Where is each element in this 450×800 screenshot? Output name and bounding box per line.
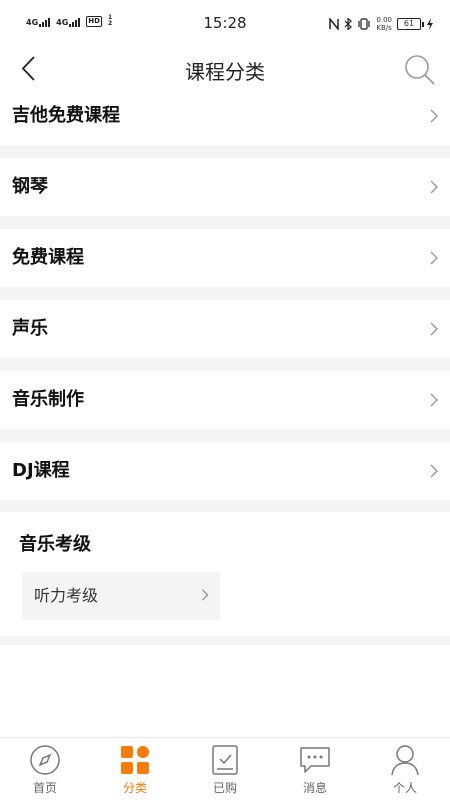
chevron-right-icon — [430, 393, 438, 407]
chevron-right-icon — [201, 589, 209, 601]
status-bar: 4G 4G HD 1 2 15:28 0.00 KB/s 61 — [0, 0, 450, 50]
compass-icon — [30, 745, 60, 775]
category-label: 声乐 — [12, 318, 48, 339]
divider — [0, 500, 450, 512]
tab-label: 首页 — [32, 781, 57, 795]
tab-category[interactable]: 分类 — [90, 738, 180, 800]
divider — [0, 287, 450, 300]
tab-label: 个人 — [392, 781, 417, 795]
divider — [0, 358, 450, 371]
nfc-icon — [329, 18, 340, 30]
speed-unit: KB/s — [376, 24, 392, 32]
divider — [0, 216, 450, 229]
bottom-tab-bar: 首页 分类 已购 消息 个人 — [0, 737, 450, 800]
category-row-dj[interactable]: DJ课程 — [0, 442, 450, 500]
subcategory-label: 听力考级 — [34, 586, 99, 605]
grid-icon — [121, 746, 149, 774]
chevron-right-icon — [430, 180, 438, 194]
tab-label: 消息 — [302, 781, 327, 795]
subcategory-listening-grade[interactable]: 听力考级 — [22, 572, 220, 620]
chevron-right-icon — [430, 251, 438, 265]
category-label: 吉他免费课程 — [12, 105, 120, 126]
search-button[interactable] — [402, 52, 436, 86]
chevron-right-icon — [430, 322, 438, 336]
divider — [0, 429, 450, 442]
purchased-icon — [212, 745, 238, 775]
status-right: 0.00 KB/s 61 — [329, 16, 434, 32]
bluetooth-icon — [344, 18, 353, 30]
category-row-guitar-free[interactable]: 吉他免费课程 — [0, 87, 450, 145]
divider — [0, 145, 450, 158]
battery-level: 61 — [403, 19, 415, 28]
category-label: 免费课程 — [12, 247, 84, 268]
tab-home[interactable]: 首页 — [0, 738, 90, 800]
category-row-vocal[interactable]: 声乐 — [0, 300, 450, 358]
chevron-right-icon — [430, 109, 438, 123]
charging-icon — [427, 18, 433, 30]
section-title: 音乐考级 — [19, 534, 91, 555]
tab-purchased[interactable]: 已购 — [180, 738, 270, 800]
nav-bar: 课程分类 — [0, 50, 450, 90]
tab-label: 已购 — [212, 781, 237, 795]
category-row-music-production[interactable]: 音乐制作 — [0, 371, 450, 429]
category-label: DJ课程 — [12, 460, 70, 481]
category-label: 音乐制作 — [12, 389, 84, 410]
category-label: 钢琴 — [12, 176, 48, 197]
category-row-piano[interactable]: 钢琴 — [0, 158, 450, 216]
message-icon — [300, 747, 330, 773]
page-title: 课程分类 — [185, 60, 265, 84]
vibrate-icon — [358, 18, 371, 30]
tab-label: 分类 — [122, 781, 147, 795]
person-icon — [391, 745, 419, 776]
battery-icon: 61 — [397, 18, 424, 30]
divider — [0, 636, 450, 645]
search-icon — [405, 55, 435, 85]
category-row-free-courses[interactable]: 免费课程 — [0, 229, 450, 287]
tab-profile[interactable]: 个人 — [360, 738, 450, 800]
tab-messages[interactable]: 消息 — [270, 738, 360, 800]
speed-value: 0.00 — [376, 16, 392, 24]
chevron-right-icon — [430, 464, 438, 478]
network-speed: 0.00 KB/s — [376, 16, 392, 32]
